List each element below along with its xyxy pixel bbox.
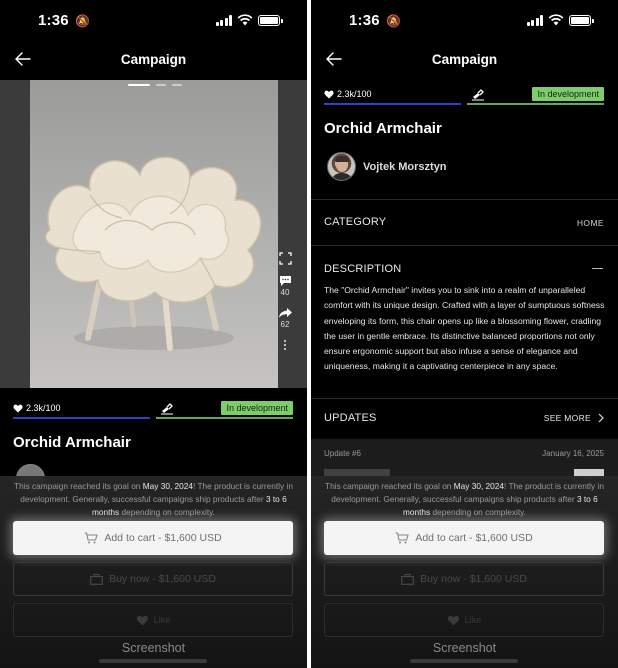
more-vertical-icon	[283, 339, 287, 351]
signal-icon	[215, 14, 232, 26]
home-indicator[interactable]	[99, 659, 207, 663]
product-title: Orchid Armchair	[13, 434, 131, 451]
campaign-progress: 2.3k/100 In development	[324, 87, 604, 105]
creator-row[interactable]: Vojtek Morsztyn	[327, 152, 447, 181]
wifi-icon	[237, 14, 253, 26]
divider	[311, 398, 618, 399]
product-image-carousel[interactable]: 40 62	[0, 80, 307, 388]
status-bar: 1:36 🔕	[0, 0, 307, 42]
comment-button[interactable]: 40	[273, 275, 297, 297]
phone-screen-left: 1:36 🔕 Campaign 40 62 2.3k/100 In develo…	[0, 0, 307, 668]
purchase-sheet: This campaign reached its goal on May 30…	[0, 476, 307, 668]
media-side-actions: 40 62	[273, 252, 297, 361]
update-date: January 16, 2025	[542, 449, 604, 458]
category-value[interactable]: HOME	[577, 218, 604, 228]
status-bar: 1:36 🔕	[311, 0, 618, 42]
fullscreen-button[interactable]	[273, 252, 297, 265]
buy-now-button[interactable]: Buy now - $1,600 USD	[13, 562, 293, 596]
screenshot-overlay-label: Screenshot	[121, 641, 186, 655]
creator-name: Vojtek Morsztyn	[363, 160, 447, 173]
description-label: DESCRIPTION	[324, 263, 402, 275]
home-indicator[interactable]	[410, 659, 518, 663]
share-arrow-icon	[278, 308, 292, 318]
carousel-indicator	[128, 84, 182, 86]
hand-tool-icon	[472, 89, 484, 101]
bag-icon	[90, 573, 103, 585]
bell-muted-icon: 🔕	[75, 14, 91, 28]
category-label: CATEGORY	[324, 216, 387, 228]
likes-progress-bar	[13, 417, 150, 419]
purchase-sheet: This campaign reached its goal on May 30…	[311, 476, 618, 668]
heart-outline-icon	[136, 615, 148, 625]
update-number: Update #6	[324, 449, 361, 458]
screenshot-overlay-label: Screenshot	[432, 641, 497, 655]
add-to-cart-button[interactable]: Add to cart - $1,600 USD	[324, 521, 604, 555]
wifi-icon	[548, 14, 564, 26]
battery-icon	[569, 14, 594, 26]
chevron-right-icon	[598, 413, 604, 423]
comment-icon	[279, 276, 291, 286]
heart-outline-icon	[447, 615, 459, 625]
bag-icon	[401, 573, 414, 585]
status-time: 1:36	[38, 12, 69, 29]
cart-icon	[84, 532, 99, 544]
heart-icon	[13, 404, 23, 412]
more-options-button[interactable]	[273, 339, 297, 351]
comment-count: 40	[280, 288, 290, 297]
collapse-minus-icon[interactable]	[592, 268, 603, 269]
share-count: 62	[280, 320, 290, 329]
like-button[interactable]: Like	[13, 603, 293, 637]
campaign-notice: This campaign reached its goal on May 30…	[14, 481, 293, 517]
status-time: 1:36	[349, 12, 380, 29]
top-nav: Campaign	[311, 44, 618, 74]
signal-icon	[526, 14, 543, 26]
product-photo	[30, 80, 278, 388]
campaign-progress: 2.3k/100 In development	[13, 401, 293, 419]
cart-icon	[395, 532, 410, 544]
divider	[311, 199, 618, 200]
update-card[interactable]: Update #6 January 16, 2025	[311, 439, 618, 479]
development-progress-bar	[156, 417, 293, 419]
armchair-illustration	[44, 156, 262, 351]
expand-icon	[278, 252, 292, 265]
campaign-notice: This campaign reached its goal on May 30…	[325, 481, 604, 517]
phone-screen-right: 1:36 🔕 Campaign 2.3k/100 In development …	[311, 0, 618, 668]
page-title: Campaign	[431, 52, 498, 67]
update-title-placeholder	[324, 469, 390, 476]
page-title: Campaign	[120, 52, 187, 67]
bell-muted-icon: 🔕	[386, 14, 402, 28]
battery-icon	[258, 14, 283, 26]
divider	[311, 245, 618, 246]
description-text: The "Orchid Armchair" invites you to sin…	[324, 285, 605, 372]
buy-now-button[interactable]: Buy now - $1,600 USD	[324, 562, 604, 596]
likes-goal-count: 2.3k/100	[337, 89, 372, 99]
screenshot-pair: 1:36 🔕 Campaign 40 62 2.3k/100 In develo…	[0, 0, 618, 668]
share-button[interactable]: 62	[273, 307, 297, 329]
top-nav: Campaign	[0, 44, 307, 74]
likes-progress-bar	[324, 103, 461, 105]
likes-goal-count: 2.3k/100	[26, 403, 61, 413]
product-title: Orchid Armchair	[324, 120, 442, 137]
see-more-link[interactable]: SEE MORE	[544, 413, 604, 423]
avatar	[327, 152, 356, 181]
status-badge: In development	[221, 401, 293, 415]
status-badge: In development	[532, 87, 604, 101]
hand-tool-icon	[161, 403, 173, 415]
like-button[interactable]: Like	[324, 603, 604, 637]
updates-label: UPDATES	[324, 412, 377, 424]
heart-icon	[324, 90, 334, 98]
development-progress-bar	[467, 103, 604, 105]
add-to-cart-button[interactable]: Add to cart - $1,600 USD	[13, 521, 293, 555]
